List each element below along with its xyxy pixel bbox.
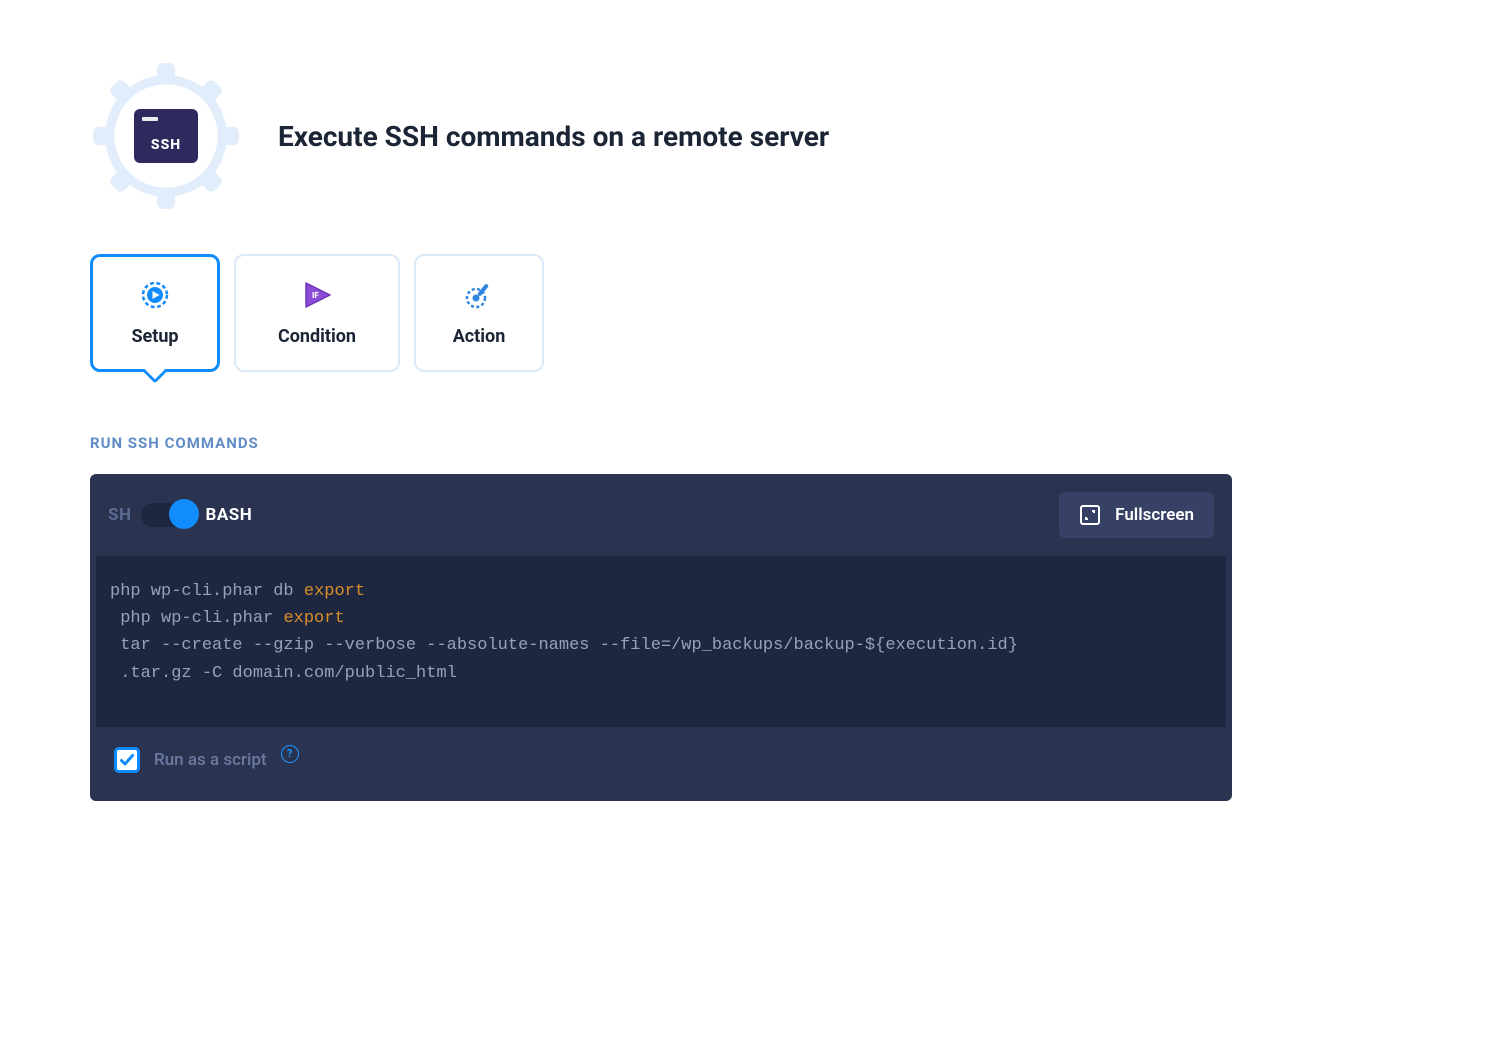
fullscreen-button[interactable]: Fullscreen xyxy=(1059,492,1214,538)
tab-setup-label: Setup xyxy=(131,326,178,347)
run-as-script-checkbox[interactable] xyxy=(114,747,140,773)
tab-action-label: Action xyxy=(453,326,506,347)
shell-toggle[interactable] xyxy=(141,503,195,527)
help-icon[interactable]: ? xyxy=(281,745,299,763)
tabs-row: Setup IF Condition Action xyxy=(90,254,1500,372)
code-editor[interactable]: php wp-cli.phar db export php wp-cli.pha… xyxy=(96,556,1226,727)
ssh-window-icon: SSH xyxy=(134,109,198,163)
shell-label-sh: SH xyxy=(108,505,131,525)
page-header: SSH Execute SSH commands on a remote ser… xyxy=(90,60,1500,212)
ssh-editor-panel: SH BASH Fullscreen php wp-cli.phar db ex… xyxy=(90,474,1232,801)
svg-text:IF: IF xyxy=(312,291,319,300)
section-label: RUN SSH COMMANDS xyxy=(90,434,1500,452)
page-title: Execute SSH commands on a remote server xyxy=(278,120,829,153)
tab-condition-label: Condition xyxy=(278,326,356,347)
tab-action[interactable]: Action xyxy=(414,254,544,372)
fullscreen-label: Fullscreen xyxy=(1115,505,1194,525)
fullscreen-icon xyxy=(1079,504,1101,526)
shell-switch-group: SH BASH xyxy=(108,503,252,527)
shell-label-bash: BASH xyxy=(205,505,252,525)
check-icon xyxy=(119,752,135,768)
action-wrench-icon xyxy=(464,280,494,310)
tab-setup[interactable]: Setup xyxy=(90,254,220,372)
ssh-badge-text: SSH xyxy=(134,137,198,153)
tab-condition[interactable]: IF Condition xyxy=(234,254,400,372)
ssh-gear-badge: SSH xyxy=(90,60,242,212)
run-as-script-label: Run as a script xyxy=(154,750,267,770)
toggle-knob xyxy=(169,499,199,529)
editor-footer: Run as a script ? xyxy=(90,727,1232,801)
setup-gear-icon xyxy=(140,280,170,310)
condition-play-icon: IF xyxy=(302,280,332,310)
editor-toolbar: SH BASH Fullscreen xyxy=(90,474,1232,556)
